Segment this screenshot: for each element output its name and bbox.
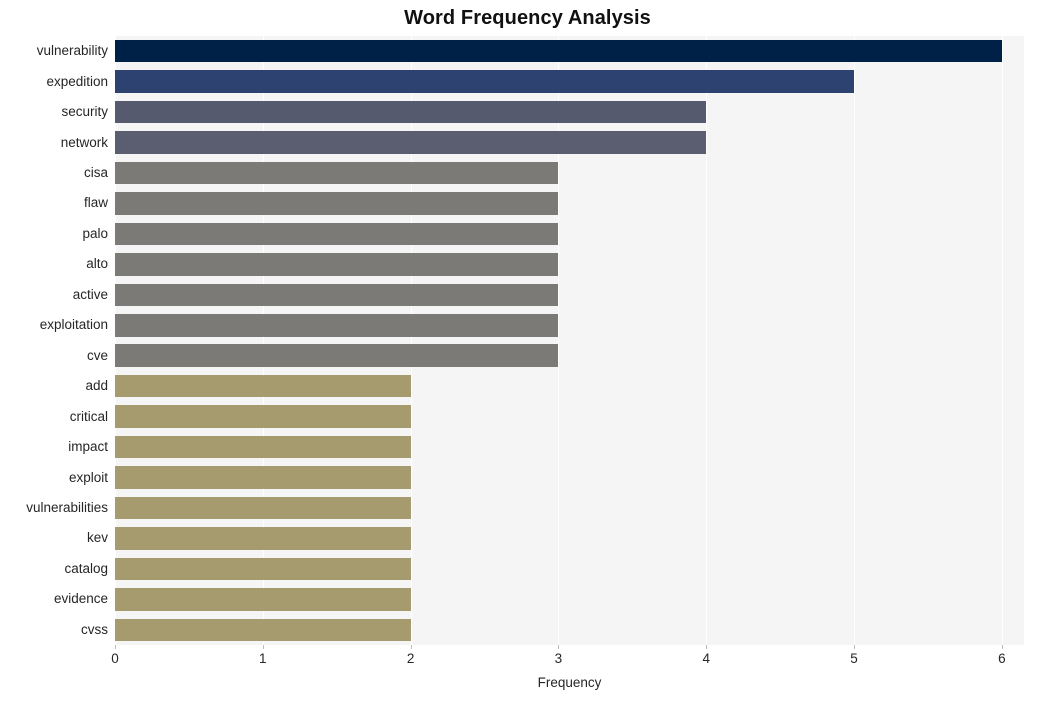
y-tick-label-vulnerabilities: vulnerabilities	[26, 499, 108, 515]
y-tick-label-impact: impact	[68, 439, 108, 455]
bar-expedition	[115, 70, 855, 93]
bar-row	[115, 496, 1024, 520]
y-tick-label-expedition: expedition	[46, 73, 108, 89]
y-tick-label-cve: cve	[86, 347, 108, 363]
bar-row	[115, 435, 1024, 459]
x-tick-label-5: 5	[850, 651, 858, 666]
y-tick-label-network: network	[60, 134, 108, 150]
bar-critical	[115, 405, 411, 428]
bar-catalog	[115, 557, 411, 581]
bar-cve	[115, 344, 559, 367]
x-tick-mark-3	[558, 645, 560, 649]
bar-row	[115, 314, 1024, 337]
x-tick-mark-5	[854, 645, 856, 649]
x-tick-mark-2	[410, 645, 412, 649]
y-tick-label-vulnerability: vulnerability	[36, 43, 108, 59]
x-tick-label-2: 2	[406, 651, 415, 666]
y-tick-label-exploit: exploit	[68, 469, 108, 485]
y-tick-label-exploitation: exploitation	[39, 317, 108, 333]
bars-layer	[115, 36, 1024, 645]
bar-kev	[115, 527, 411, 550]
y-tick-label-alto: alto	[86, 256, 108, 272]
bar-row	[115, 527, 1024, 550]
y-axis-labels: vulnerability expedition security network ci…	[0, 36, 108, 645]
x-axis: Frequency 0 1 2 3 4 5 6	[0, 645, 1055, 701]
bar-row	[115, 131, 1024, 154]
y-tick-label-flaw: flaw	[83, 195, 108, 211]
bar-row	[115, 557, 1024, 581]
bar-exploitation	[115, 314, 559, 337]
bar-vulnerability	[115, 39, 1002, 63]
bar-vulnerabilities	[115, 496, 411, 520]
bar-row	[115, 466, 1024, 489]
x-tick-mark-1	[262, 645, 264, 649]
bar-active	[115, 283, 559, 307]
bar-row	[115, 100, 1024, 124]
x-tick-mark-6	[1001, 645, 1003, 649]
bar-row	[115, 253, 1024, 276]
bar-exploit	[115, 466, 411, 489]
x-tick-label-6: 6	[998, 651, 1006, 666]
y-tick-label-security: security	[61, 104, 108, 120]
x-tick-label-1: 1	[259, 651, 267, 666]
y-tick-label-add: add	[85, 378, 108, 394]
bar-alto	[115, 253, 559, 276]
bar-add	[115, 374, 411, 398]
y-tick-label-evidence: evidence	[53, 591, 108, 607]
y-tick-label-palo: palo	[82, 225, 108, 241]
bar-cvss	[115, 618, 411, 642]
x-tick-label-4: 4	[702, 651, 710, 666]
y-tick-label-active: active	[72, 286, 108, 302]
x-tick-mark-0	[115, 645, 116, 649]
bar-row	[115, 344, 1024, 367]
bar-security	[115, 100, 707, 124]
x-tick-mark-4	[706, 645, 708, 649]
bar-flaw	[115, 192, 559, 215]
x-tick-label-3: 3	[554, 651, 563, 666]
chart-title: Word Frequency Analysis	[404, 7, 651, 29]
bar-cisa	[115, 161, 559, 185]
bar-row	[115, 283, 1024, 307]
y-tick-label-critical: critical	[69, 408, 108, 424]
plot-area	[115, 36, 1024, 645]
bar-row	[115, 192, 1024, 215]
y-tick-label-catalog: catalog	[64, 560, 108, 576]
bar-row	[115, 70, 1024, 93]
bar-row	[115, 161, 1024, 185]
x-axis-title: Frequency	[537, 675, 602, 690]
bar-row	[115, 374, 1024, 398]
y-tick-label-kev: kev	[86, 530, 108, 546]
bar-row	[115, 222, 1024, 246]
bar-impact	[115, 435, 411, 459]
y-tick-label-cvss: cvss	[81, 621, 108, 637]
bar-row	[115, 588, 1024, 611]
bar-row	[115, 39, 1024, 63]
y-tick-label-cisa: cisa	[83, 165, 108, 181]
bar-network	[115, 131, 707, 154]
bar-row	[115, 618, 1024, 642]
bar-palo	[115, 222, 559, 246]
bar-row	[115, 405, 1024, 428]
bar-evidence	[115, 588, 411, 611]
x-tick-label-0: 0	[111, 651, 119, 666]
word-frequency-bar-chart: Word Frequency Analysis vulnerability exp…	[0, 0, 1055, 701]
